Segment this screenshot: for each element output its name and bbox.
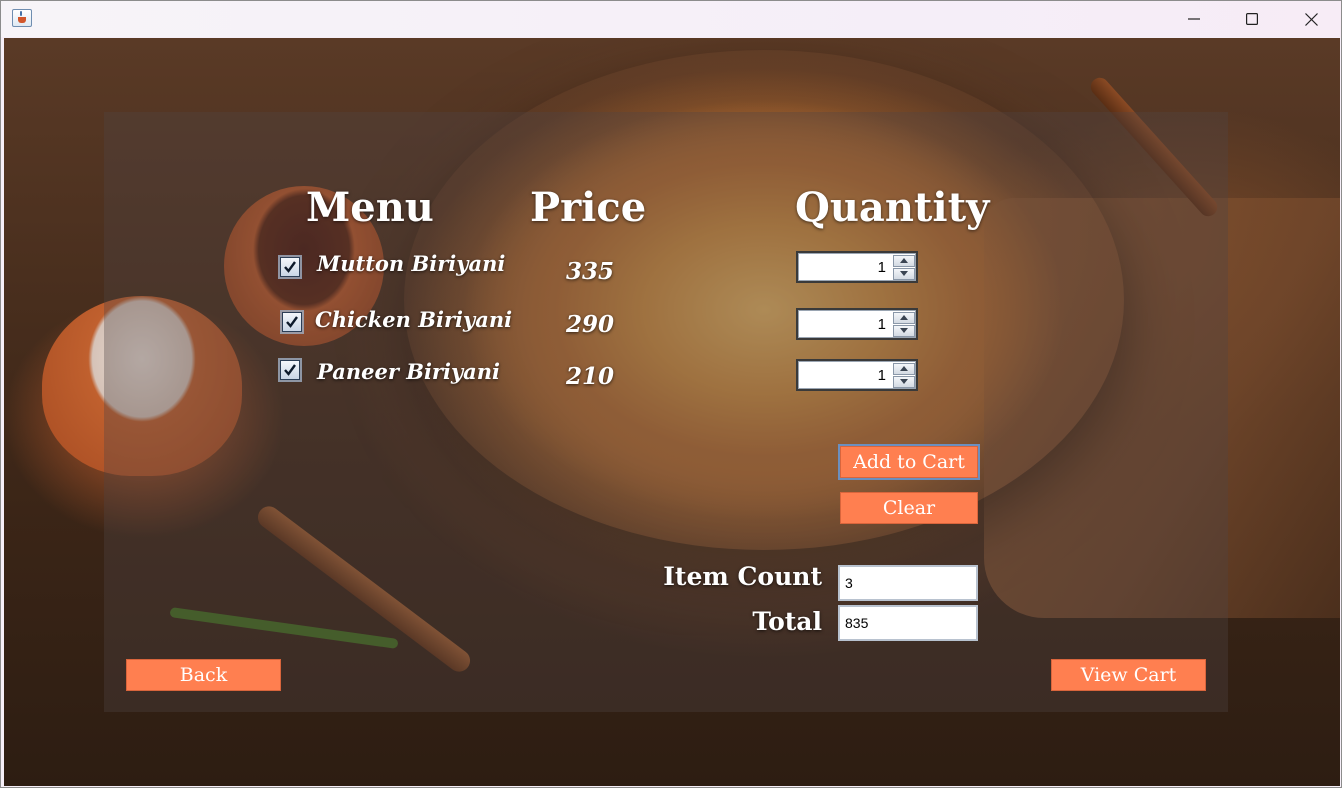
- menu-heading: Menu: [306, 184, 434, 231]
- arrow-up-icon: [900, 258, 908, 263]
- menu-item-name: Mutton Biriyani: [317, 251, 506, 276]
- menu-item-name: Paneer Biriyani: [317, 359, 501, 384]
- minimize-icon: [1188, 18, 1200, 20]
- view-cart-button[interactable]: View Cart: [1051, 659, 1206, 691]
- item-count-label: Item Count: [663, 562, 822, 591]
- menu-item-price: 210: [566, 363, 615, 390]
- checkmark-icon: [284, 364, 296, 376]
- spinner-up-button[interactable]: [893, 311, 915, 324]
- mutton-biriyani-checkbox[interactable]: [280, 257, 300, 277]
- close-icon: [1304, 12, 1318, 26]
- maximize-icon: [1246, 13, 1258, 25]
- quantity-value[interactable]: 1: [800, 361, 890, 389]
- checkmark-icon: [286, 316, 298, 328]
- total-field[interactable]: 835: [838, 605, 978, 641]
- checkmark-icon: [284, 261, 296, 273]
- maximize-button[interactable]: [1223, 1, 1281, 37]
- quantity-heading: Quantity: [795, 184, 990, 231]
- total-label: Total: [752, 607, 822, 636]
- paneer-biriyani-checkbox[interactable]: [280, 360, 300, 380]
- quantity-value[interactable]: 1: [800, 253, 890, 281]
- add-to-cart-button[interactable]: Add to Cart: [840, 446, 978, 478]
- menu-item-name: Chicken Biriyani: [315, 307, 513, 332]
- spinner-up-button[interactable]: [893, 362, 915, 375]
- back-button[interactable]: Back: [126, 659, 281, 691]
- spinner-down-button[interactable]: [893, 324, 915, 337]
- spinner-down-button[interactable]: [893, 375, 915, 388]
- quantity-value[interactable]: 1: [800, 310, 890, 338]
- paneer-biriyani-quantity-spinner[interactable]: 1: [796, 359, 918, 391]
- arrow-down-icon: [900, 379, 908, 384]
- close-button[interactable]: [1282, 1, 1340, 37]
- price-heading: Price: [530, 184, 647, 231]
- menu-item-price: 290: [566, 311, 615, 338]
- clear-button[interactable]: Clear: [840, 492, 978, 524]
- menu-item-price: 335: [566, 258, 615, 285]
- minimize-button[interactable]: [1165, 1, 1223, 37]
- app-window: Menu Price Quantity Mutton Biriyani 335 …: [0, 0, 1342, 788]
- mutton-biriyani-quantity-spinner[interactable]: 1: [796, 251, 918, 283]
- content-area: Menu Price Quantity Mutton Biriyani 335 …: [4, 38, 1340, 786]
- spinner-down-button[interactable]: [893, 267, 915, 280]
- arrow-up-icon: [900, 315, 908, 320]
- arrow-down-icon: [900, 271, 908, 276]
- spinner-up-button[interactable]: [893, 254, 915, 267]
- title-bar[interactable]: [1, 1, 1341, 37]
- item-count-field[interactable]: 3: [838, 565, 978, 601]
- java-cup-icon: [12, 9, 32, 27]
- arrow-up-icon: [900, 366, 908, 371]
- chicken-biriyani-quantity-spinner[interactable]: 1: [796, 308, 918, 340]
- chicken-biriyani-checkbox[interactable]: [282, 312, 302, 332]
- arrow-down-icon: [900, 328, 908, 333]
